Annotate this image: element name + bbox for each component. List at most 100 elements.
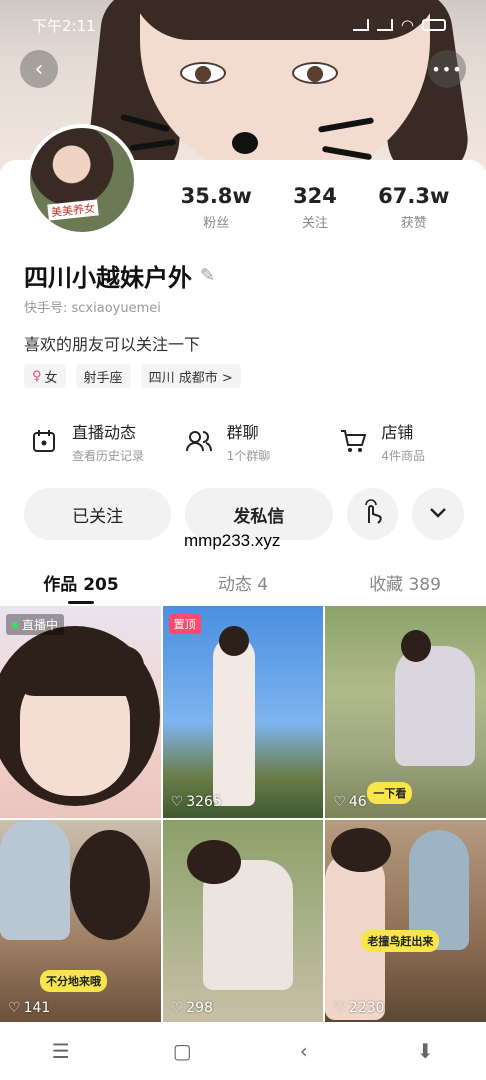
feature-subtitle: 1个群聊 <box>226 448 271 463</box>
stat-fans[interactable]: 35.8w 粉丝 <box>181 184 252 231</box>
feature-live-history[interactable]: 直播动态 查看历史记录 <box>0 410 177 472</box>
thumb-figure <box>212 636 255 806</box>
shop-cart-icon <box>339 427 367 455</box>
nose-sticker <box>232 132 258 154</box>
avatar[interactable]: 美美养女 <box>26 124 138 236</box>
signal-icon <box>352 19 369 31</box>
female-icon: ♀ <box>32 368 42 384</box>
feature-shop[interactable]: 店铺 4件商品 <box>331 410 486 472</box>
thumb-figure <box>395 646 476 766</box>
more-dots-icon: ••• <box>431 59 463 79</box>
video-sticker: 老撞鸟赶出来 <box>361 930 440 952</box>
profile-bio: 喜欢的朋友可以关注一下 <box>24 335 201 354</box>
tab-favorites[interactable]: 收藏 389 <box>324 566 486 606</box>
like-count-value: 2230 <box>348 1000 385 1016</box>
like-count-value: 298 <box>186 1000 213 1016</box>
system-nav-bar: ☰ ▢ ‹ ⬇ <box>0 1022 486 1080</box>
status-time: 下午2:11 <box>32 16 96 35</box>
stat-label: 关注 <box>301 216 328 231</box>
stat-value: 35.8w <box>180 184 252 208</box>
live-badge: 直播中 <box>6 614 65 635</box>
wifi-icon: ◠ <box>400 16 414 34</box>
like-count-value: 3265 <box>186 794 222 810</box>
stat-label: 获赞 <box>400 216 427 231</box>
video-thumbnail[interactable]: 直播中 <box>0 606 161 818</box>
live-dot-icon <box>12 621 18 628</box>
thumb-figure <box>218 626 249 656</box>
content-tabs: 作品 205 动态 4 收藏 389 <box>0 566 486 606</box>
followed-button[interactable]: 已关注 <box>24 488 172 540</box>
chevron-left-icon: ‹ <box>34 56 44 82</box>
more-button[interactable]: ••• <box>428 50 466 88</box>
feature-title: 直播动态 <box>72 422 137 442</box>
video-thumbnail[interactable]: 老撞鸟赶出来 ♡ 2230 <box>325 820 486 1024</box>
like-count-value: 46 <box>348 794 367 810</box>
back-arrow-icon[interactable]: ‹ <box>289 1036 319 1066</box>
tag-zodiac: 射手座 <box>75 364 131 388</box>
heart-icon: ♡ <box>333 794 346 810</box>
watermark-text: mmp233.xyz <box>184 531 281 550</box>
tab-moments[interactable]: 动态 4 <box>162 566 324 606</box>
heart-icon: ♡ <box>170 1000 184 1016</box>
video-sticker: 不分地来哦 <box>40 970 107 992</box>
like-count: ♡ 298 <box>171 1000 213 1016</box>
feature-title: 群聊 <box>226 422 259 442</box>
heart-icon: ♡ <box>170 794 184 810</box>
user-id: 快手号: scxiaoyuemei <box>24 301 161 316</box>
back-button[interactable]: ‹ <box>20 50 58 88</box>
live-badge-label: 直播中 <box>22 618 59 632</box>
touch-gesture-button[interactable] <box>346 488 399 540</box>
tab-works[interactable]: 作品 205 <box>0 566 162 606</box>
heart-icon: ♡ <box>333 1000 346 1016</box>
battery-icon <box>422 19 446 31</box>
feature-subtitle: 查看历史记录 <box>72 448 145 463</box>
profile-tags: ♀ 女 射手座 四川 成都市 > <box>24 364 241 388</box>
pinned-badge: 置顶 <box>168 614 201 634</box>
video-thumbnail[interactable]: ♡ 298 <box>162 820 324 1024</box>
like-count-value: 141 <box>23 1000 51 1016</box>
profile-name-text: 四川小越妹户外 <box>24 264 192 292</box>
video-thumbnail[interactable]: 不分地来哦 ♡ 141 <box>0 820 161 1024</box>
feature-title: 店铺 <box>381 422 414 442</box>
menu-icon[interactable]: ☰ <box>46 1036 76 1066</box>
video-thumbnail[interactable]: 置顶 ♡ 3265 <box>162 606 324 818</box>
like-count: ♡ 2230 <box>333 1000 384 1016</box>
thumb-figure <box>186 840 241 884</box>
avatar-caption: 美美养女 <box>47 199 99 221</box>
video-grid: 直播中 置顶 ♡ 3265 一下看 ♡ 46 不分地来哦 ♡ 141 ♡ 298… <box>0 606 486 1024</box>
thumb-figure <box>0 820 70 940</box>
profile-name: 四川小越妹户外 ✎ <box>24 258 215 293</box>
home-square-icon[interactable]: ▢ <box>167 1036 197 1066</box>
feature-subtitle: 4件商品 <box>381 448 425 463</box>
tag-gender-label: 女 <box>44 370 58 386</box>
thumb-figure <box>70 830 150 940</box>
banner-eye <box>180 62 226 84</box>
like-count: ♡ 46 <box>333 794 366 810</box>
feature-row: 直播动态 查看历史记录 群聊 1个群聊 店铺 4件商品 <box>0 410 486 472</box>
signal-icon <box>376 19 393 31</box>
feature-group-chat[interactable]: 群聊 1个群聊 <box>177 410 332 472</box>
stat-label: 粉丝 <box>203 216 230 231</box>
group-chat-icon <box>185 427 213 455</box>
thumb-figure <box>331 828 392 872</box>
assistant-icon[interactable]: ⬇ <box>410 1036 440 1066</box>
calendar-icon <box>30 427 58 455</box>
tag-location[interactable]: 四川 成都市 > <box>140 364 241 388</box>
video-sticker: 一下看 <box>367 782 413 804</box>
banner-eye <box>292 62 338 84</box>
tag-zodiac-label: 射手座 <box>83 370 123 386</box>
expand-button[interactable] <box>412 488 464 540</box>
profile-stats: 35.8w 粉丝 324 关注 67.3w 获赞 <box>160 184 470 231</box>
chevron-down-icon <box>428 505 448 524</box>
video-thumbnail[interactable]: 一下看 ♡ 46 <box>325 606 486 818</box>
tap-hand-icon <box>360 499 384 529</box>
edit-icon[interactable]: ✎ <box>200 265 215 286</box>
stat-following[interactable]: 324 关注 <box>293 184 337 231</box>
heart-icon: ♡ <box>8 1000 21 1016</box>
stat-value: 324 <box>293 184 337 208</box>
like-count: ♡ 3265 <box>171 794 222 810</box>
tag-gender: ♀ 女 <box>24 364 66 388</box>
status-icons: ◠ <box>352 16 446 34</box>
status-bar: 下午2:11 ◠ <box>32 12 446 38</box>
stat-likes[interactable]: 67.3w 获赞 <box>378 184 449 231</box>
